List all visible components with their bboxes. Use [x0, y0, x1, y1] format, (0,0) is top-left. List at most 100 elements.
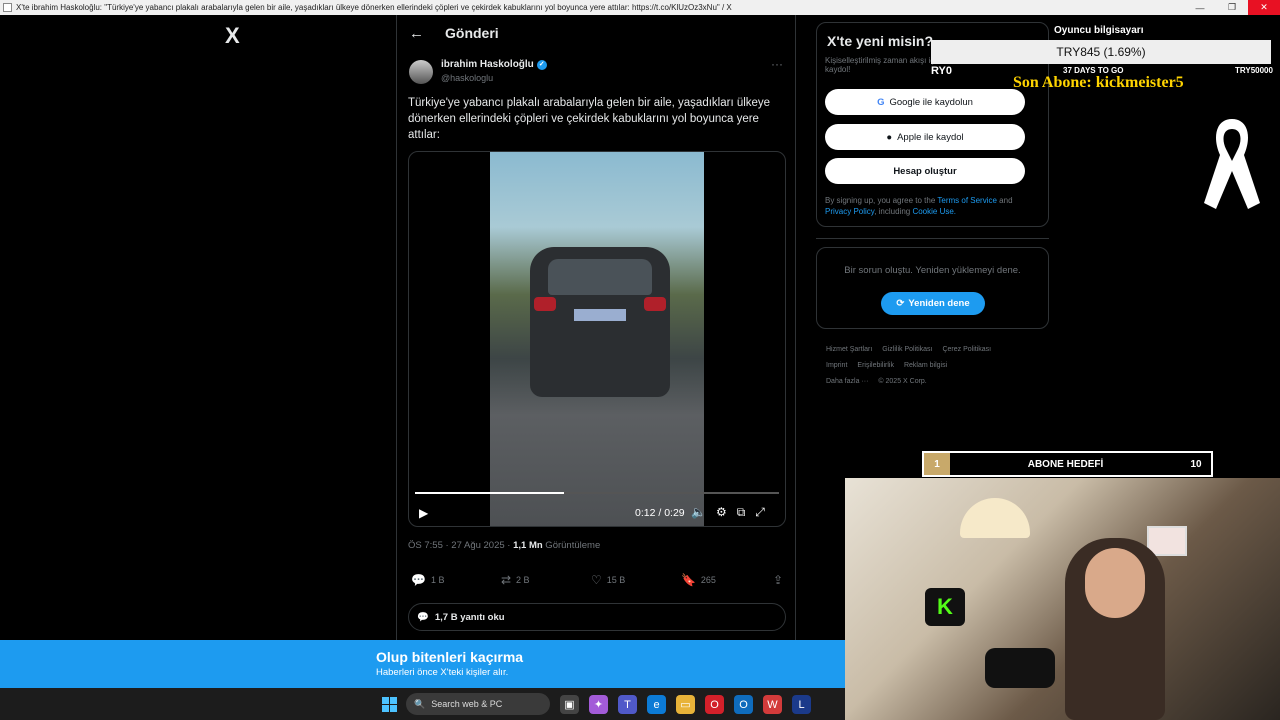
car-image [530, 247, 670, 397]
signup-terms: By signing up, you agree to the Terms of… [825, 195, 1040, 217]
video-time: 0:12 / 0:29 [635, 507, 685, 519]
author-name-row[interactable]: ibrahim Haskoloğlu ✓ [441, 59, 547, 70]
share-button[interactable]: ⇪ [773, 573, 783, 587]
video-progress-bar[interactable] [415, 492, 779, 494]
apple-signup-button[interactable]: ● Apple ile kaydol [825, 124, 1025, 150]
reply-icon: 💬 [411, 573, 426, 587]
video-player[interactable]: ▶ 0:12 / 0:29 🔈 ⚙ ⧉ ⤢ [408, 151, 786, 527]
more-options-icon[interactable]: ··· [771, 57, 783, 71]
page-title: Gönderi [445, 25, 499, 41]
video-controls: ▶ 0:12 / 0:29 🔈 ⚙ ⧉ ⤢ [409, 502, 785, 526]
refresh-icon: ⟳ [896, 298, 905, 309]
avatar[interactable] [409, 60, 433, 84]
ribbon-icon [1204, 119, 1260, 209]
share-icon: ⇪ [772, 573, 783, 587]
login-banner[interactable]: Olup bitenleri kaçırma Haberleri önce X'… [0, 640, 845, 688]
back-arrow-icon[interactable]: ← [409, 25, 424, 42]
wps-icon[interactable]: W [763, 695, 782, 714]
terms-including-text: , including [874, 207, 913, 216]
window-title: X'te ibrahim Haskoloğlu: "Türkiye'ye yab… [16, 3, 732, 12]
task-view-icon[interactable]: ▣ [560, 695, 579, 714]
error-message: Bir sorun oluştu. Yeniden yüklemeyi dene… [844, 265, 1021, 276]
retry-label: Yeniden dene [908, 298, 970, 309]
minimize-button[interactable]: — [1184, 0, 1216, 15]
footer-link[interactable]: Reklam bilgisi [904, 362, 947, 369]
sub-goal-current: 1 [924, 453, 950, 475]
x-logo-icon[interactable]: X [225, 23, 240, 49]
privacy-policy-link[interactable]: Privacy Policy [825, 207, 874, 216]
like-button[interactable]: ♡ 15 B [591, 573, 681, 587]
post-meta: ÖS 7:55 · 27 Ağu 2025 · 1,1 Mn Görüntüle… [408, 540, 600, 551]
opera-icon[interactable]: O [705, 695, 724, 714]
create-account-button[interactable]: Hesap oluştur [825, 158, 1025, 184]
footer-link[interactable]: Gizlilik Politikası [882, 346, 932, 353]
error-panel: Bir sorun oluştu. Yeniden yüklemeyi dene… [816, 247, 1049, 329]
footer-link[interactable]: Imprint [826, 362, 847, 369]
last-subscriber: Son Abone: kickmeister5 [1013, 74, 1184, 91]
post-column: ← Gönderi ibrahim Haskoloğlu ✓ @haskolog… [396, 15, 796, 640]
play-icon[interactable]: ▶ [419, 506, 428, 520]
windows-start-icon[interactable] [382, 697, 397, 712]
lamp [960, 498, 1030, 538]
views-label: Görüntüleme [542, 540, 601, 551]
sub-goal-target: 10 [1190, 458, 1202, 470]
heart-icon: ♡ [590, 573, 602, 587]
read-replies-button[interactable]: 💬 1,7 B yanıtı oku [408, 603, 786, 631]
terms-and-text: and [996, 196, 1013, 205]
footer-link[interactable]: Hizmet Şartları [826, 346, 872, 353]
app-l-icon[interactable]: L [792, 695, 811, 714]
donation-goal-bar: TRY845 (1.69%) [931, 40, 1271, 64]
verified-badge-icon: ✓ [536, 59, 547, 70]
apple-icon: ● [886, 131, 893, 143]
microphone [985, 648, 1055, 688]
footer-link[interactable]: Daha fazla ··· [826, 378, 868, 385]
repost-count: 2 B [516, 575, 530, 585]
author-name[interactable]: ibrahim Haskoloğlu [441, 59, 534, 70]
webcam-feed: K [845, 478, 1280, 720]
video-frame[interactable] [490, 152, 704, 526]
retry-button[interactable]: ⟳ Yeniden dene [881, 292, 985, 315]
close-button[interactable]: ✕ [1248, 0, 1280, 15]
settings-icon[interactable]: ⚙ [716, 505, 727, 520]
search-icon: 🔍 [414, 698, 426, 709]
terms-of-service-link[interactable]: Terms of Service [937, 196, 997, 205]
author-handle[interactable]: @haskologlu [441, 73, 493, 83]
subscriber-goal-bar: 1 ABONE HEDEFİ 10 [922, 451, 1213, 477]
outlook-icon[interactable]: O [734, 695, 753, 714]
donation-goal-title: Oyuncu bilgisayarı [1054, 25, 1144, 36]
apple-signup-label: Apple ile kaydol [897, 131, 964, 143]
bookmark-count: 265 [700, 575, 716, 585]
pip-icon[interactable]: ⧉ [737, 505, 746, 520]
google-signup-button[interactable]: G Google ile kaydolun [825, 89, 1025, 115]
donation-goal-target: TRY50000 [1235, 66, 1273, 75]
repost-button[interactable]: ⇄ 2 B [501, 573, 591, 587]
read-replies-label: 1,7 B yanıtı oku [434, 611, 505, 623]
signup-title: X'te yeni misin? [827, 33, 934, 49]
post-text: Türkiye'ye yabancı plakalı arabalarıyla … [408, 97, 771, 141]
maximize-button[interactable]: ❐ [1216, 0, 1248, 15]
copilot-icon[interactable]: ✦ [589, 695, 608, 714]
reply-count: 1 B [430, 575, 445, 585]
taskbar: 🔍 Search web & PC ▣ ✦ T e ▭ O O W L [0, 688, 845, 720]
views-count: 1,1 Mn [513, 540, 543, 551]
post-timestamp[interactable]: ÖS 7:55 · 27 Ağu 2025 · [408, 540, 513, 551]
edge-icon[interactable]: e [647, 695, 666, 714]
footer-links: Hizmet Şartları Gizlilik Politikası Çerez … [826, 342, 1041, 390]
footer-link[interactable]: Çerez Politikası [942, 346, 991, 353]
banner-subtitle: Haberleri önce X'teki kişiler alır. [376, 667, 509, 678]
file-explorer-icon[interactable]: ▭ [676, 695, 695, 714]
taskbar-search[interactable]: 🔍 Search web & PC [406, 693, 550, 715]
bookmark-button[interactable]: 🔖 265 [681, 573, 771, 587]
fullscreen-icon[interactable]: ⤢ [755, 505, 765, 520]
post-actions: 💬 1 B ⇄ 2 B ♡ 15 B 🔖 265 ⇪ [411, 573, 783, 587]
signup-subtitle: Kişiselleştirilmiş zaman akışı için kayd… [825, 56, 941, 74]
donation-goal-start: RY0 [931, 65, 952, 77]
chat-bubble-icon: 💬 [417, 611, 429, 623]
streamer-face [1085, 548, 1145, 618]
volume-icon[interactable]: 🔈 [691, 505, 706, 520]
reply-button[interactable]: 💬 1 B [411, 573, 501, 587]
footer-link[interactable]: Erişilebilirlik [857, 362, 894, 369]
divider [816, 238, 1049, 239]
teams-icon[interactable]: T [618, 695, 637, 714]
cookie-use-link[interactable]: Cookie Use. [912, 207, 956, 216]
